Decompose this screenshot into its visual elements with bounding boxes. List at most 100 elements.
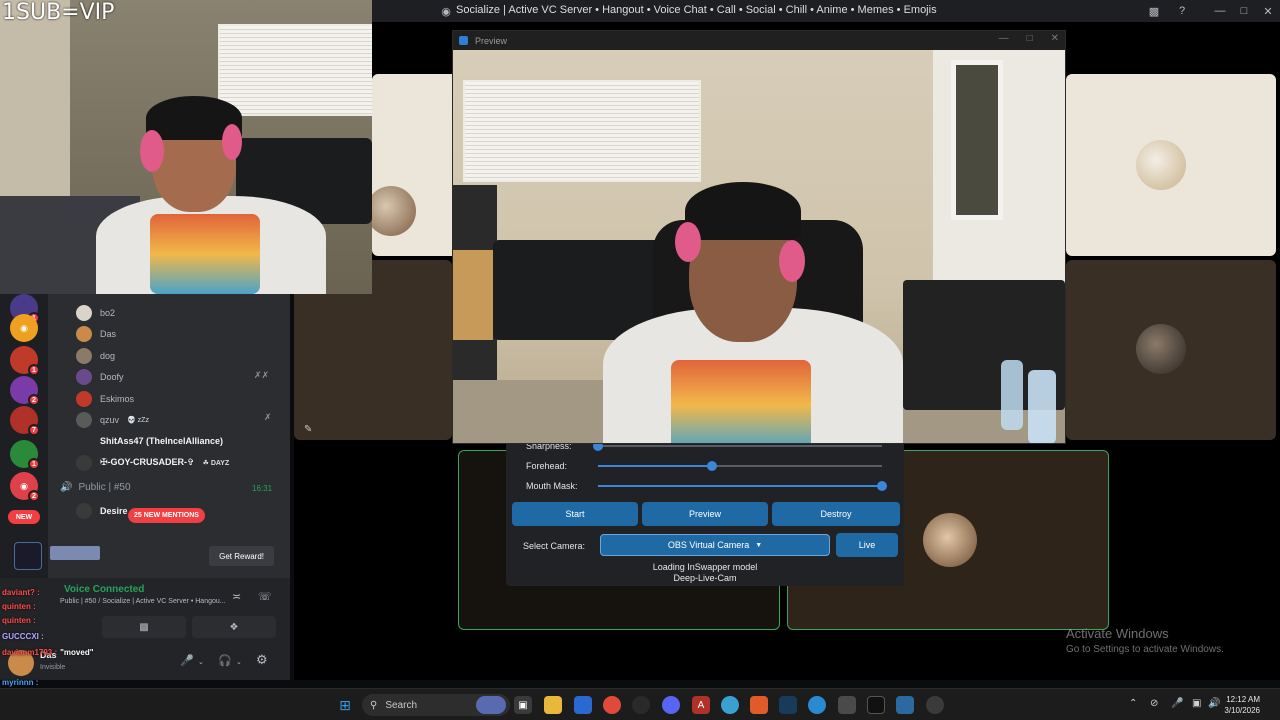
store-icon[interactable] xyxy=(574,696,592,714)
user-status-tag: ☘ DAYZ xyxy=(202,459,230,467)
voice-user[interactable]: Das xyxy=(76,325,116,343)
python-icon[interactable] xyxy=(926,696,944,714)
reward-banner[interactable]: Get Reward! xyxy=(6,536,282,576)
avatar xyxy=(372,186,416,236)
voice-user[interactable]: qzuv 💀 zZz xyxy=(76,411,149,429)
mouth-mask-knob[interactable] xyxy=(877,481,887,491)
muted-icon: ✗✗ xyxy=(254,370,270,380)
volume-icon[interactable]: 🔊 xyxy=(1208,698,1220,709)
noise-suppression-icon[interactable]: ≍ xyxy=(232,590,241,603)
server-icon[interactable]: ◉ xyxy=(10,314,38,342)
search-placeholder: Search xyxy=(385,699,418,711)
chat-username: daviant? : xyxy=(2,588,40,597)
display-tray-icon[interactable]: ▣ xyxy=(1192,698,1201,709)
settings-gear-icon[interactable]: ⚙ xyxy=(256,652,268,668)
app-icon[interactable] xyxy=(896,696,914,714)
taskbar-clock[interactable]: 12:12 AM 3/10/2026 xyxy=(1224,694,1260,716)
disconnect-icon[interactable]: ☏ xyxy=(258,590,272,603)
app-icon[interactable] xyxy=(750,696,768,714)
discord-server-icon[interactable]: ◉ 2 xyxy=(10,472,40,502)
start-button[interactable]: Start xyxy=(512,502,638,526)
voice-user-name: bo2 xyxy=(100,308,116,318)
task-view-icon[interactable]: ▣ xyxy=(514,696,532,714)
forehead-slider[interactable]: Forehead: xyxy=(526,458,896,474)
maximize-icon[interactable]: □ xyxy=(1027,33,1033,44)
preview-titlebar[interactable]: Preview — □ ✕ xyxy=(453,31,1065,50)
server-icon[interactable]: 1 xyxy=(10,440,40,470)
acrobat-icon[interactable]: A xyxy=(692,696,710,714)
minimize-icon[interactable]: — xyxy=(999,33,1009,44)
activate-line-1: Activate Windows xyxy=(1066,626,1169,641)
voice-user[interactable]: dog xyxy=(76,347,115,365)
edge-icon[interactable] xyxy=(808,696,826,714)
live-button[interactable]: Live xyxy=(836,533,898,557)
microphone-icon[interactable]: 🎤 xyxy=(180,654,194,667)
voice-channel[interactable]: 🔊 Public | #50 xyxy=(60,482,131,493)
preview-button[interactable]: Preview xyxy=(642,502,768,526)
app-icon[interactable] xyxy=(838,696,856,714)
microphone-tray-icon[interactable]: 🎤 xyxy=(1171,698,1183,709)
activities-button[interactable]: ❖ xyxy=(192,616,276,638)
avatar xyxy=(1136,324,1186,374)
close-icon[interactable]: ✕ xyxy=(1256,0,1280,22)
chrome-alt-icon[interactable] xyxy=(721,696,739,714)
forehead-track[interactable] xyxy=(598,461,882,471)
chevron-up-icon[interactable]: ⌃ xyxy=(1129,698,1137,709)
steam-icon[interactable] xyxy=(779,696,797,714)
chrome-icon[interactable] xyxy=(603,696,621,714)
voice-user-name: dog xyxy=(100,350,116,361)
voice-user[interactable]: Desire xyxy=(76,502,128,520)
voice-user[interactable]: ShitAss47 (TheIncelAlliance) xyxy=(76,432,223,450)
mouth-mask-slider[interactable]: Mouth Mask: xyxy=(526,478,896,494)
chevron-down-icon[interactable]: ⌄ xyxy=(236,658,242,666)
chat-message: quinten : xyxy=(2,616,36,625)
file-explorer-icon[interactable] xyxy=(544,696,562,714)
headphones-icon[interactable]: 🎧 xyxy=(218,654,232,667)
preview-window[interactable]: Preview — □ ✕ xyxy=(452,30,1066,444)
voice-user[interactable]: Eskimos xyxy=(76,390,134,408)
screen-share-button[interactable]: ▩ xyxy=(102,616,186,638)
forehead-knob[interactable] xyxy=(706,461,717,471)
windows-start-icon[interactable]: ⊞ xyxy=(336,696,354,714)
terminal-icon[interactable] xyxy=(867,696,885,714)
chat-message: GUCCCXI : xyxy=(2,632,44,641)
destroy-button[interactable]: Destroy xyxy=(772,502,900,526)
avatar xyxy=(76,326,92,343)
desktop: ◉ Socialize | Active VC Server • Hangout… xyxy=(0,0,1280,720)
chat-message: quinten : xyxy=(2,602,36,611)
inbox-icon[interactable]: ▩ xyxy=(1146,3,1162,19)
server-icon[interactable]: 2 xyxy=(10,376,40,406)
camera-select[interactable]: OBS Virtual Camera ▼ xyxy=(600,534,830,556)
avatar xyxy=(76,433,92,450)
avatar xyxy=(1136,140,1186,190)
avatar xyxy=(76,305,92,321)
minimize-icon[interactable]: — xyxy=(1208,0,1232,22)
voice-user[interactable]: bo2 xyxy=(76,304,115,322)
help-icon[interactable]: ? xyxy=(1174,3,1190,19)
voice-channel-path[interactable]: Public | #50 / Socialize | Active VC Ser… xyxy=(60,598,226,605)
obs-icon[interactable] xyxy=(632,696,650,714)
activities-icon: ❖ xyxy=(229,621,239,633)
search-icon: ⚲ xyxy=(370,699,378,711)
mouth-mask-fill xyxy=(598,485,882,487)
get-reward-button[interactable]: Get Reward! xyxy=(209,546,274,566)
chevron-down-icon[interactable]: ⌄ xyxy=(198,658,204,666)
maximize-icon[interactable]: □ xyxy=(1232,0,1256,22)
mouth-mask-track[interactable] xyxy=(598,481,887,491)
popout-icon[interactable]: ✎ xyxy=(304,424,312,435)
voice-user[interactable]: Doofy xyxy=(76,368,124,386)
server-icon: ◉ xyxy=(441,5,451,18)
new-mentions-pill[interactable]: 25 NEW MENTIONS xyxy=(128,508,205,523)
voice-user[interactable]: ✠-GOY-CRUSADER-✞ ☘ DAYZ xyxy=(76,454,229,472)
server-icon[interactable]: 1 xyxy=(10,346,40,376)
user-status-tag: 💀 zZz xyxy=(127,417,149,424)
voice-user-name: ShitAss47 (TheIncelAlliance) xyxy=(100,436,224,447)
voice-connected-status[interactable]: Voice Connected xyxy=(64,584,144,595)
video-tile[interactable] xyxy=(1066,260,1276,440)
discord-icon[interactable] xyxy=(662,696,680,714)
video-tile[interactable] xyxy=(1066,74,1276,256)
close-icon[interactable]: ✕ xyxy=(1051,33,1059,44)
widgets-icon[interactable] xyxy=(476,696,506,714)
server-icon[interactable]: 7 xyxy=(10,406,40,436)
tray-app-icon[interactable]: ⊘ xyxy=(1150,698,1158,709)
